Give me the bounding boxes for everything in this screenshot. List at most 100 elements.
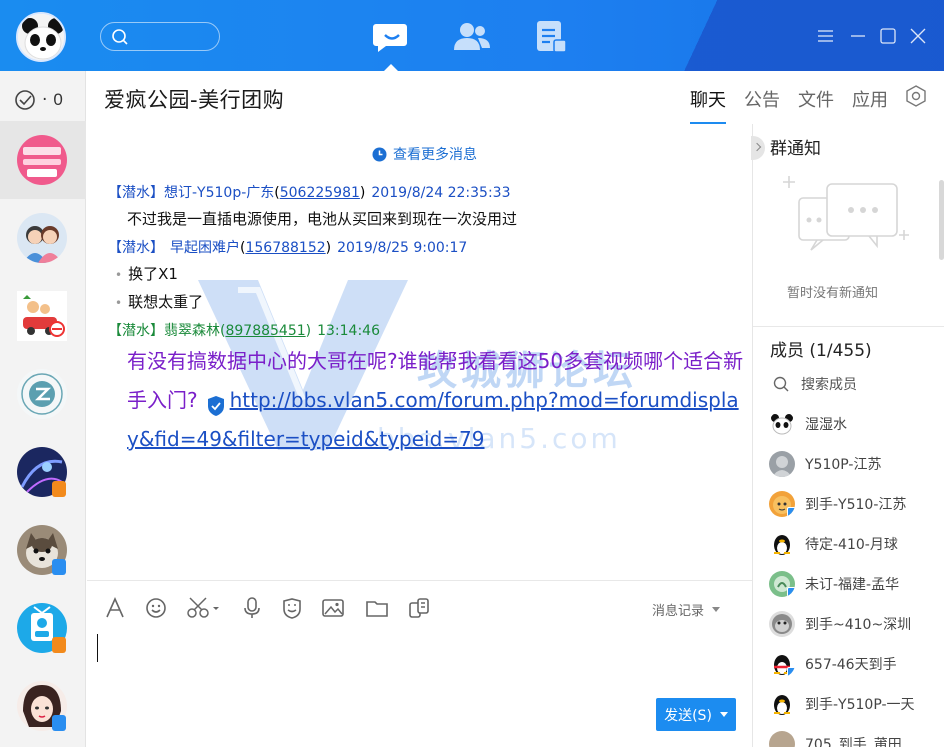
search-icon <box>773 376 789 392</box>
tab-announcement[interactable]: 公告 <box>744 86 780 124</box>
conversation-list: · 0 <box>0 71 86 747</box>
chevron-down-icon <box>712 607 721 612</box>
emoji-icon[interactable] <box>144 596 168 620</box>
contact-avatar <box>17 213 67 263</box>
conversation-item[interactable] <box>0 589 86 667</box>
panel-divider <box>753 326 944 327</box>
member-item[interactable]: 到手-Y510P-一天 <box>769 689 915 719</box>
group-avatar <box>17 135 67 185</box>
member-item[interactable]: 待定-410-月球 <box>769 529 898 559</box>
minimize-icon[interactable] <box>848 26 868 46</box>
screenshot-icon[interactable] <box>186 596 222 620</box>
contacts-icon[interactable] <box>452 18 492 58</box>
member-avatar <box>769 651 795 677</box>
voice-icon[interactable] <box>240 596 264 620</box>
status-badge <box>52 481 66 497</box>
conversation-item[interactable] <box>0 121 86 199</box>
side-panel-scrollbar[interactable] <box>939 180 944 260</box>
maximize-icon[interactable] <box>878 26 898 46</box>
chevron-down-icon[interactable] <box>719 712 728 717</box>
qq-chat-window: · 0 爱疯公园-美行团购 聊天 公告 文件 应用 攻城狮论坛 bbs.vlan… <box>0 0 944 747</box>
member-item[interactable]: 未订-福建-孟华 <box>769 569 899 599</box>
menu-icon[interactable] <box>816 26 836 46</box>
view-more-messages-link[interactable]: 查看更多消息 <box>372 144 477 164</box>
settings-icon[interactable] <box>905 85 927 107</box>
image-icon[interactable] <box>321 596 345 620</box>
member-name: 到手~410~深圳 <box>805 617 912 633</box>
group-side-panel: 群通知 暂时没有新通知 成员 (1/455) 搜索成员 湿湿水 Y510P-江苏… <box>751 124 944 747</box>
tab-apps[interactable]: 应用 <box>852 86 888 124</box>
user-avatar[interactable] <box>16 12 66 62</box>
member-item[interactable]: 705_到手_莆田 <box>769 729 902 747</box>
member-avatar <box>769 611 795 637</box>
message-header: 【潜水】 早起困难户(156788152) 2019/8/25 9:00:17 <box>108 240 468 256</box>
check-circle-icon <box>15 90 35 110</box>
message-history-button[interactable]: 消息记录 <box>652 600 721 619</box>
message-time: 2019/8/24 22:35:33 <box>371 185 511 201</box>
folder-icon[interactable] <box>365 596 389 620</box>
chat-tabs: 聊天 公告 文件 应用 <box>690 86 906 124</box>
sender-nick[interactable]: 想订-Y510p-广东 <box>164 185 274 201</box>
member-avatar <box>769 571 795 597</box>
member-tag: 【潜水】 <box>108 323 164 339</box>
collapse-panel-button[interactable] <box>751 136 765 160</box>
message-text: 有没有搞数据中心的大哥在呢?谁能帮我看看这50多套视频哪个适合新手入门? http… <box>127 342 747 459</box>
sender-qq-link[interactable]: 506225981 <box>280 185 360 201</box>
member-name: 湿湿水 <box>805 417 847 433</box>
sender-qq-link[interactable]: 897885451 <box>225 323 305 339</box>
member-item[interactable]: 到手-Y510-江苏 <box>769 489 906 519</box>
status-badge <box>52 637 66 653</box>
tab-files[interactable]: 文件 <box>798 86 834 124</box>
message-time: 2019/8/25 9:00:17 <box>337 240 468 256</box>
mobile-online-icon <box>787 507 795 517</box>
close-icon[interactable] <box>908 26 928 46</box>
shield-icon <box>206 391 226 416</box>
member-avatar <box>769 491 795 517</box>
search-icon <box>112 29 128 45</box>
messages-icon[interactable] <box>372 18 412 58</box>
mobile-online-icon <box>787 667 795 677</box>
apps-icon[interactable] <box>532 18 572 58</box>
member-name: 705_到手_莆田 <box>805 737 902 747</box>
message-time: 13:14:46 <box>317 323 380 339</box>
sender-nick[interactable]: 早起困难户 <box>170 240 240 256</box>
empty-notice-illustration <box>783 176 909 251</box>
group-notice-title: 群通知 <box>770 139 821 159</box>
message-header: 【潜水】翡翠森林(897885451) 13:14:46 <box>108 323 380 339</box>
member-avatar <box>769 531 795 557</box>
member-name: Y510P-江苏 <box>805 457 882 473</box>
member-item[interactable]: Y510P-江苏 <box>769 449 881 479</box>
sender-qq-link[interactable]: 156788152 <box>245 240 325 256</box>
member-avatar <box>769 451 795 477</box>
conversation-item[interactable] <box>0 355 86 433</box>
conversation-item[interactable] <box>0 511 86 589</box>
send-button[interactable]: 发送(S) <box>656 698 736 731</box>
sender-nick[interactable]: 翡翠森林 <box>164 323 220 339</box>
search-members-input[interactable]: 搜索成员 <box>773 374 857 394</box>
member-name: 待定-410-月球 <box>805 537 898 553</box>
members-title: 成员 (1/455) <box>770 341 872 361</box>
global-search-input[interactable] <box>100 22 220 51</box>
view-more-label: 查看更多消息 <box>393 147 477 163</box>
message-text: 联想太重了 <box>115 291 203 312</box>
conversation-item[interactable] <box>0 667 86 745</box>
conversation-item[interactable] <box>0 199 86 277</box>
member-tag: 【潜水】 <box>108 240 164 256</box>
send-label: 发送(S) <box>664 707 712 724</box>
member-name: 未订-福建-孟华 <box>805 577 900 593</box>
message-input[interactable] <box>97 634 98 662</box>
mobile-online-icon <box>52 559 66 575</box>
font-icon[interactable] <box>103 596 127 620</box>
pending-status[interactable]: · 0 <box>14 89 63 111</box>
member-item[interactable]: 657-46天到手 <box>769 649 897 679</box>
message-history-label: 消息记录 <box>652 604 705 619</box>
message-text: 不过我是一直插电源使用，电池从买回来到现在一次没用过 <box>127 210 518 228</box>
sticker-icon[interactable] <box>280 596 304 620</box>
member-item[interactable]: 湿湿水 <box>769 409 847 439</box>
tab-chat[interactable]: 聊天 <box>690 86 726 124</box>
conversation-item[interactable] <box>0 433 86 511</box>
member-name: 到手-Y510P-一天 <box>805 697 915 713</box>
conversation-item[interactable] <box>0 277 86 355</box>
member-item[interactable]: 到手~410~深圳 <box>769 609 911 639</box>
more-icon[interactable] <box>407 596 431 620</box>
